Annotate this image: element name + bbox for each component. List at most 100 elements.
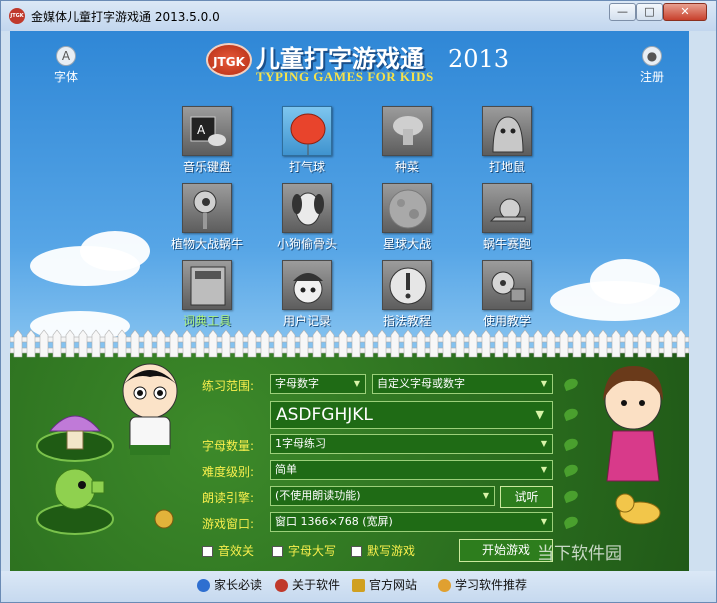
fence-picket: [52, 329, 62, 358]
white-fence: [10, 329, 689, 358]
letters-select[interactable]: ASDFGHJKL ▼: [270, 401, 553, 429]
fence-picket: [130, 329, 140, 358]
game-label: 蜗牛赛跑: [482, 237, 531, 251]
fence-picket: [572, 329, 582, 358]
fence-picket: [13, 329, 23, 358]
fence-picket: [273, 329, 283, 358]
listen-button[interactable]: 试听: [500, 486, 553, 508]
maximize-button[interactable]: □: [636, 3, 663, 21]
game-dog-bone[interactable]: 小狗偷骨头: [264, 183, 350, 252]
chevron-down-icon: ▼: [353, 379, 360, 388]
fence-picket: [429, 329, 439, 358]
keyboard-icon: A: [182, 106, 232, 156]
chevron-down-icon: ▼: [535, 408, 544, 421]
link-label: 官方网站: [369, 578, 418, 592]
custom-range-select[interactable]: 自定义字母或数字 ▼: [372, 374, 553, 394]
app-icon: JTGK: [9, 8, 25, 24]
game-music-keyboard[interactable]: A 音乐键盘: [164, 106, 250, 175]
chevron-down-icon: ▼: [540, 517, 547, 526]
checkbox-box[interactable]: [272, 546, 283, 557]
game-label: 词典工具: [182, 314, 231, 328]
game-balloon[interactable]: 打气球: [264, 106, 350, 175]
fence-picket: [598, 329, 608, 358]
sound-off-checkbox[interactable]: 音效关: [202, 542, 254, 559]
game-plants-vs-snails[interactable]: 植物大战蜗牛: [164, 183, 250, 252]
fence-picket: [468, 329, 478, 358]
help-icon: [197, 579, 210, 592]
range-value: 字母数字: [275, 377, 319, 390]
fence-picket: [182, 329, 192, 358]
game-label: 用户记录: [282, 314, 331, 328]
fence-picket: [546, 329, 556, 358]
checkbox-box[interactable]: [351, 546, 362, 557]
close-button[interactable]: ✕: [663, 3, 707, 21]
range-select[interactable]: 字母数字 ▼: [270, 374, 366, 394]
checkbox-box[interactable]: [202, 546, 213, 557]
game-whack-mole[interactable]: 打地鼠: [464, 106, 550, 175]
count-select[interactable]: 1字母练习 ▼: [270, 434, 553, 454]
uppercase-checkbox[interactable]: 字母大写: [272, 542, 336, 559]
chevron-down-icon: ▼: [482, 491, 489, 500]
fence-picket: [39, 329, 49, 358]
game-label: 打气球: [288, 160, 325, 174]
minimize-button[interactable]: —: [609, 3, 636, 21]
game-label: 使用教学: [482, 314, 531, 328]
fence-picket: [156, 329, 166, 358]
official-site-link[interactable]: 官方网站: [352, 576, 417, 594]
fence-picket: [65, 329, 75, 358]
game-label: 星球大战: [382, 237, 431, 251]
fence-picket: [611, 329, 621, 358]
game-label: 音乐键盘: [182, 160, 231, 174]
game-snail-race[interactable]: 蜗牛赛跑: [464, 183, 550, 252]
window-title: 金媒体儿童打字游戏通 2013.5.0.0: [31, 10, 220, 24]
fence-picket: [377, 329, 387, 358]
cloud: [80, 231, 150, 271]
fence-picket: [247, 329, 257, 358]
fence-picket: [416, 329, 426, 358]
game-user-records[interactable]: 用户记录: [264, 260, 350, 329]
fence-picket: [143, 329, 153, 358]
fence-picket: [260, 329, 270, 358]
girl-character: [603, 366, 663, 525]
fence-picket: [520, 329, 530, 358]
fence-picket: [234, 329, 244, 358]
fence-picket: [364, 329, 374, 358]
logo-subtitle: TYPING GAMES FOR KIDS: [256, 69, 434, 84]
window-size-select[interactable]: 窗口 1366×768 (宽屏) ▼: [270, 512, 553, 532]
difficulty-label: 难度级别:: [202, 465, 255, 479]
game-star-wars[interactable]: 星球大战: [364, 183, 450, 252]
chevron-down-icon: ▼: [540, 439, 547, 448]
exclamation-icon: [382, 260, 432, 310]
game-plant[interactable]: 种菜: [364, 106, 450, 175]
voice-select[interactable]: (不使用朗读功能) ▼: [270, 486, 495, 506]
font-icon: A: [56, 46, 76, 66]
fence-picket: [299, 329, 309, 358]
about-link[interactable]: 关于软件: [275, 576, 340, 594]
fence-picket: [650, 329, 660, 358]
fence-picket: [195, 329, 205, 358]
police-icon: [282, 260, 332, 310]
chevron-down-icon: ▼: [540, 465, 547, 474]
parents-guide-link[interactable]: 家长必读: [197, 576, 262, 594]
difficulty-select[interactable]: 简单 ▼: [270, 460, 553, 480]
recommend-link[interactable]: 学习软件推荐: [438, 576, 527, 594]
mushroom-icon: [382, 106, 432, 156]
svg-text:A: A: [197, 123, 206, 137]
game-fingering-tutorial[interactable]: 指法教程: [364, 260, 450, 329]
game-label: 打地鼠: [488, 160, 525, 174]
count-label: 字母数量:: [202, 439, 255, 453]
title-bar[interactable]: JTGK 金媒体儿童打字游戏通 2013.5.0.0 — □ ✕: [1, 1, 716, 31]
link-label: 家长必读: [214, 578, 263, 592]
register-button[interactable]: ● 注册: [632, 46, 672, 85]
fence-picket: [78, 329, 88, 358]
fence-picket: [91, 329, 101, 358]
game-usage-tutorial[interactable]: 使用教学: [464, 260, 550, 329]
custom-range-value: 自定义字母或数字: [377, 377, 465, 390]
font-button[interactable]: A 字体: [46, 46, 86, 85]
fence-picket: [676, 329, 686, 358]
game-dictionary[interactable]: 词典工具: [164, 260, 250, 329]
fence-picket: [533, 329, 543, 358]
dictation-checkbox[interactable]: 默写游戏: [351, 542, 415, 559]
fence-picket: [390, 329, 400, 358]
fence-picket: [117, 329, 127, 358]
